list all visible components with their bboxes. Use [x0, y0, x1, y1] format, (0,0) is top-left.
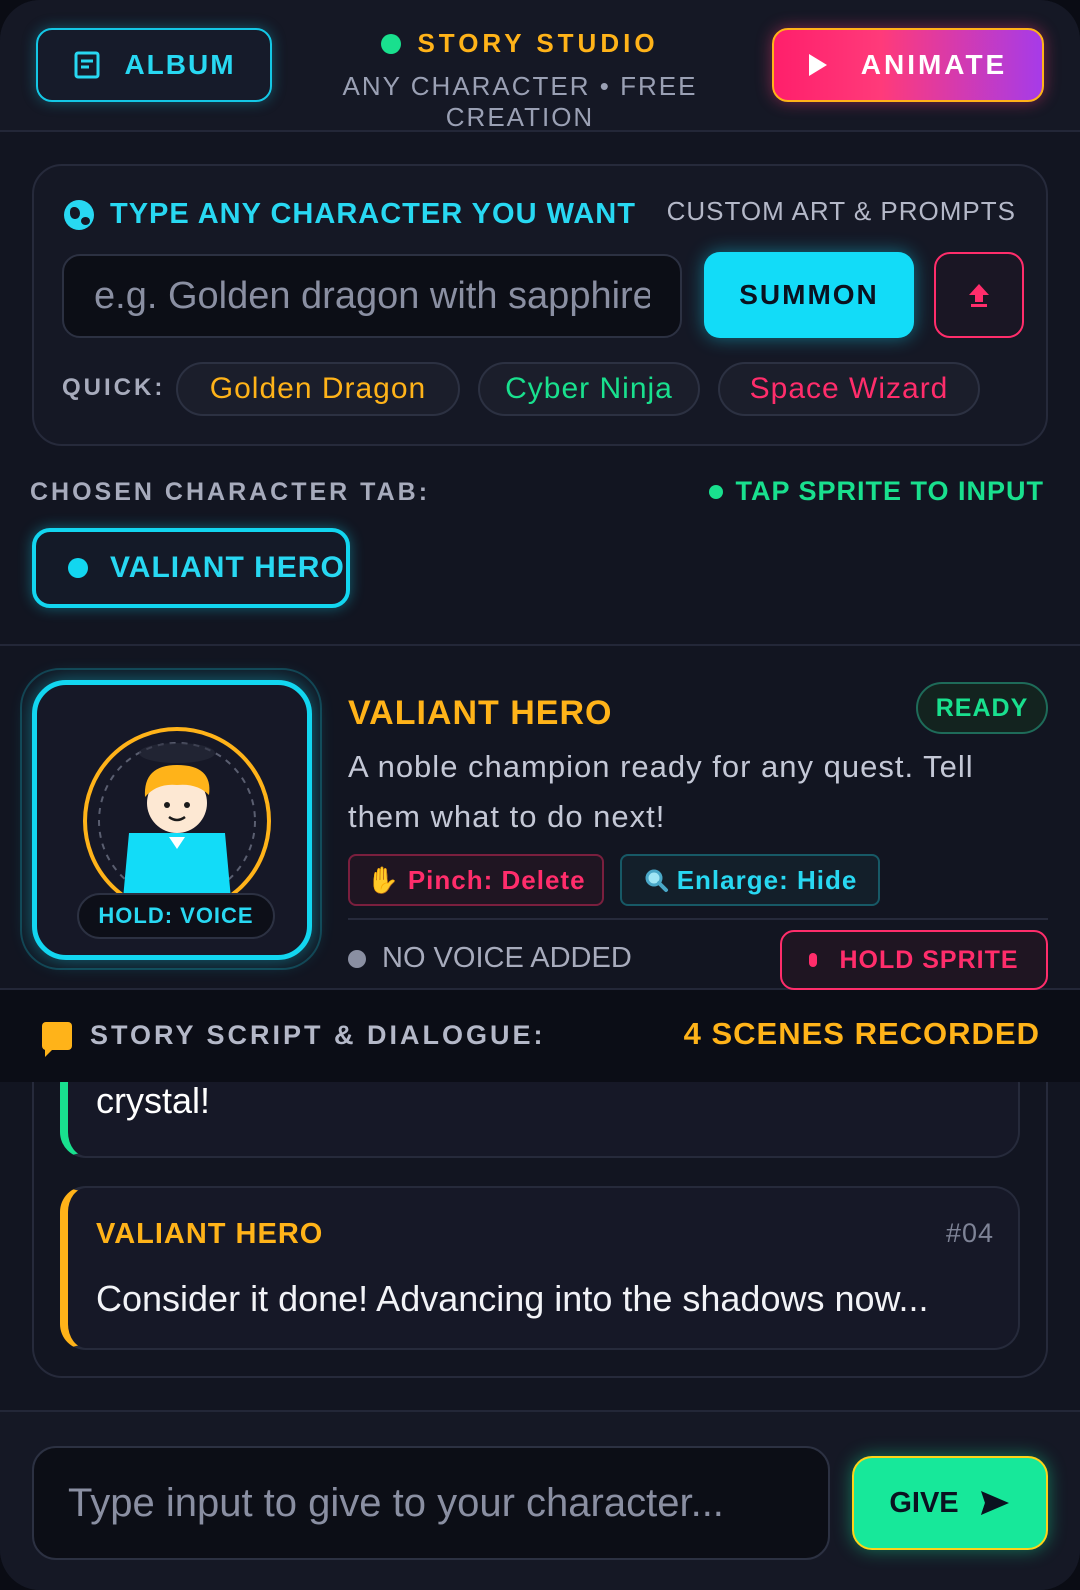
globe-icon: [64, 199, 94, 230]
app-frame: ALBUM STORY STUDIO ANY CHARACTER • FREE …: [0, 0, 1080, 1590]
character-card: HOLD: VOICE VALIANT HERO READY A noble c…: [0, 644, 1080, 990]
brand-title-row: STORY STUDIO: [280, 28, 760, 59]
animate-button[interactable]: ANIMATE: [772, 28, 1044, 102]
character-description: A noble champion ready for any quest. Te…: [348, 749, 974, 834]
top-header: ALBUM STORY STUDIO ANY CHARACTER • FREE …: [0, 0, 1080, 132]
character-tab-label: VALIANT HERO: [110, 551, 345, 584]
chosen-character-label: CHOSEN CHARACTER TAB:: [30, 478, 431, 506]
hold-voice-badge: HOLD: VOICE: [77, 893, 275, 939]
pinch-delete-hint: ✋ Pinch: Delete: [348, 854, 604, 906]
hold-sprite-label: HOLD SPRITE: [839, 945, 1019, 974]
upload-icon: [969, 284, 989, 307]
hold-sprite-button[interactable]: HOLD SPRITE: [780, 930, 1048, 990]
character-prompt-input[interactable]: [62, 254, 682, 338]
album-label: ALBUM: [124, 49, 236, 80]
magnifier-icon: [645, 869, 668, 892]
quick-chip-space-wizard[interactable]: Space Wizard: [718, 362, 980, 416]
chat-icon: [42, 1021, 72, 1057]
message-text: crystal!: [96, 1082, 211, 1121]
message-text: Consider it done! Advancing into the sha…: [96, 1278, 929, 1319]
brand: STORY STUDIO ANY CHARACTER • FREE CREATI…: [280, 28, 760, 133]
mic-icon: [809, 953, 818, 967]
pinch-hand-icon: ✋: [366, 864, 400, 895]
script-title: STORY SCRIPT & DIALOGUE:: [90, 1020, 546, 1050]
voice-status: NO VOICE ADDED: [348, 942, 632, 975]
send-icon: [980, 1491, 1009, 1515]
dialogue-message: VALIANT HERO #04 Consider it done! Advan…: [60, 1186, 1020, 1350]
composer-bar: GIVE: [0, 1410, 1080, 1590]
create-title-row: TYPE ANY CHARACTER YOU WANT: [64, 198, 636, 231]
play-icon: [808, 54, 827, 76]
create-character-panel: TYPE ANY CHARACTER YOU WANT CUSTOM ART &…: [32, 164, 1048, 446]
album-icon: [74, 51, 100, 79]
message-speaker: VALIANT HERO: [96, 1218, 324, 1250]
scene-count: 4 SCENES RECORDED: [683, 1016, 1040, 1051]
script-title-row: STORY SCRIPT & DIALOGUE:: [42, 1020, 546, 1057]
enlarge-hide-hint: Enlarge: Hide: [620, 854, 880, 906]
give-button[interactable]: GIVE: [852, 1456, 1048, 1550]
hint-dot-icon: [709, 484, 724, 499]
tap-sprite-hint: TAP SPRITE TO INPUT: [709, 476, 1044, 507]
card-divider: [348, 918, 1048, 920]
message-number: #04: [945, 1218, 994, 1248]
quick-label: QUICK:: [62, 374, 166, 401]
give-label: GIVE: [889, 1486, 959, 1519]
animate-label: ANIMATE: [860, 49, 1008, 80]
upload-button[interactable]: [934, 252, 1024, 338]
quick-chip-cyber-ninja[interactable]: Cyber Ninja: [478, 362, 700, 416]
voice-status-dot-icon: [348, 949, 366, 968]
dialogue-message: crystal!: [60, 1082, 1020, 1158]
status-badge: READY: [916, 682, 1048, 734]
character-tab-valiant-hero[interactable]: VALIANT HERO: [32, 528, 350, 608]
script-header: STORY SCRIPT & DIALOGUE: 4 SCENES RECORD…: [0, 990, 1080, 1082]
album-button[interactable]: ALBUM: [36, 28, 272, 102]
script-scroll-panel[interactable]: crystal! VALIANT HERO #04 Consider it do…: [32, 1082, 1048, 1378]
enlarge-label: Enlarge: Hide: [676, 864, 858, 895]
tap-hint-text: TAP SPRITE TO INPUT: [735, 476, 1044, 506]
brand-subtitle: ANY CHARACTER • FREE CREATION: [342, 71, 698, 132]
quick-chip-golden-dragon[interactable]: Golden Dragon: [176, 362, 460, 416]
pinch-label: Pinch: Delete: [407, 864, 586, 895]
character-sprite[interactable]: HOLD: VOICE: [32, 680, 312, 960]
character-name: VALIANT HERO: [348, 694, 613, 732]
summon-button[interactable]: SUMMON: [704, 252, 914, 338]
create-title: TYPE ANY CHARACTER YOU WANT: [110, 198, 636, 230]
active-dot-icon: [68, 558, 88, 578]
brand-title: STORY STUDIO: [417, 28, 659, 58]
voice-status-text: NO VOICE ADDED: [382, 942, 632, 974]
live-dot-icon: [381, 33, 402, 54]
create-hint: CUSTOM ART & PROMPTS: [666, 196, 1016, 226]
give-input[interactable]: [32, 1446, 830, 1560]
